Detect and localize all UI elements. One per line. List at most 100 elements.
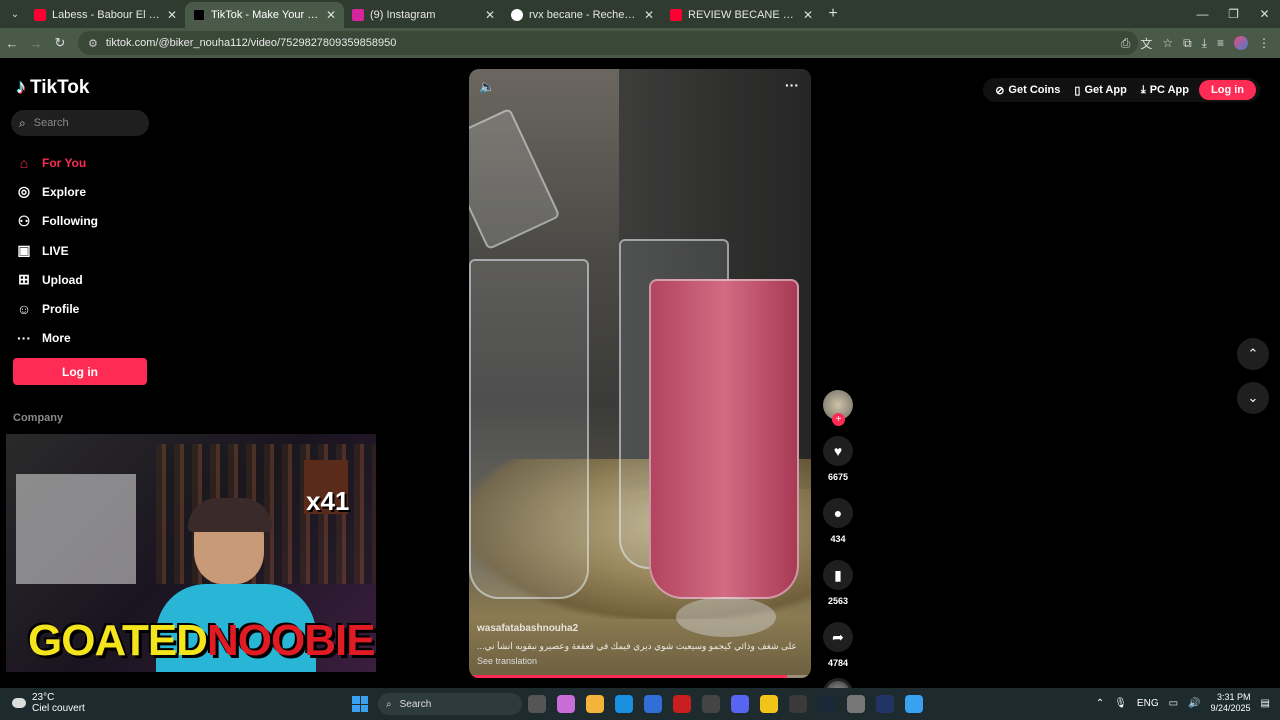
sidebar-item-explore[interactable]: ◎ Explore <box>16 177 98 206</box>
taskbar-app-icon[interactable] <box>673 695 691 713</box>
sidebar-item-live[interactable]: ▣ LIVE <box>16 236 98 265</box>
window-controls: — ❐ ✕ <box>1187 0 1280 28</box>
save-action[interactable]: ▮ 2563 <box>823 560 853 606</box>
sidebar-item-upload[interactable]: ⊞ Upload <box>16 265 98 294</box>
taskbar-app-icon[interactable] <box>876 695 894 713</box>
weather-widget[interactable]: 23°C Ciel couvert <box>12 692 85 714</box>
close-window-icon[interactable]: ✕ <box>1249 0 1280 28</box>
previous-video-icon[interactable]: ⌃ <box>1237 338 1269 370</box>
heart-icon[interactable]: ♥ <box>823 436 853 466</box>
tab-search-button[interactable]: ⌄ <box>4 3 26 25</box>
taskbar-app-icon[interactable] <box>789 695 807 713</box>
compass-icon: ◎ <box>17 183 31 200</box>
tab-instagram[interactable]: (9) Instagram ✕ <box>344 2 503 28</box>
youtube-icon <box>34 9 46 21</box>
video-username[interactable]: wasafatabashnouha2 <box>477 623 578 634</box>
tiktok-page: ♪ TikTok ⌕ Search ⌂ For You ◎ Explore ⚇ … <box>0 58 1280 708</box>
address-bar[interactable]: ⚙ tiktok.com/@biker_nouha112/video/75298… <box>78 31 1138 55</box>
taskbar-app-icon[interactable] <box>586 695 604 713</box>
comment-icon[interactable]: ● <box>823 498 853 528</box>
background-monitor <box>16 474 136 584</box>
downloads-icon[interactable]: ⤓ <box>1202 36 1207 51</box>
close-tab-icon[interactable]: ✕ <box>644 8 654 22</box>
next-video-icon[interactable]: ⌄ <box>1237 382 1269 414</box>
new-tab-button[interactable]: + <box>821 5 845 23</box>
video-progress-bar[interactable] <box>469 675 811 678</box>
taskbar-app-icon[interactable] <box>644 695 662 713</box>
taskbar-app-icon[interactable] <box>528 695 546 713</box>
site-info-icon[interactable]: ⚙ <box>88 37 98 50</box>
taskbar-app-icon[interactable] <box>760 695 778 713</box>
share-icon[interactable]: ➦ <box>823 622 853 652</box>
reload-icon[interactable]: ↻ <box>48 35 72 51</box>
tab-tiktok[interactable]: TikTok - Make Your Day ✕ <box>185 2 344 28</box>
close-tab-icon[interactable]: ✕ <box>167 8 177 22</box>
profile-avatar[interactable] <box>1234 36 1248 50</box>
brand-part-1: GOATED <box>28 616 208 665</box>
bookmark-star-icon[interactable]: ☆ <box>1162 36 1173 50</box>
video-actions: + ♥ 6675 ● 434 ▮ 2563 ➦ 4784 <box>822 390 854 708</box>
share-action[interactable]: ➦ 4784 <box>823 622 853 668</box>
search-input[interactable]: ⌕ Search <box>11 110 149 136</box>
follow-plus-icon[interactable]: + <box>832 413 845 426</box>
taskbar-app-icon[interactable] <box>615 695 633 713</box>
clock[interactable]: 3:31 PM 9/24/2025 <box>1211 692 1251 714</box>
login-top-button[interactable]: Log in <box>1199 80 1256 100</box>
close-tab-icon[interactable]: ✕ <box>485 8 495 22</box>
sidebar-item-profile[interactable]: ☺ Profile <box>16 294 98 323</box>
network-icon[interactable]: ▭ <box>1169 698 1178 709</box>
tab-youtube-review[interactable]: REVIEW BECANE RVX 2025 - Yo ✕ <box>662 2 821 28</box>
system-tray: ⌃ 🎙 ENG ▭ 🔊 3:31 PM 9/24/2025 ▤ <box>1096 692 1270 714</box>
taskbar-app-icon[interactable] <box>731 695 749 713</box>
video-player[interactable]: 🔈 ··· wasafatabashnouha2 ...على شغف وذائ… <box>469 69 811 678</box>
close-tab-icon[interactable]: ✕ <box>803 8 813 22</box>
volume-icon[interactable]: 🔈 <box>479 79 495 95</box>
like-action[interactable]: ♥ 6675 <box>823 436 853 482</box>
pc-app-button[interactable]: ⤓ PC App <box>1137 84 1193 97</box>
phone-icon: ▯ <box>1074 84 1081 97</box>
language-indicator[interactable]: ENG <box>1137 698 1159 709</box>
taskbar-search[interactable]: ⌕ Search <box>378 693 522 715</box>
windows-start-icon[interactable] <box>352 696 368 712</box>
taskbar-app-icon[interactable] <box>702 695 720 713</box>
sidebar-item-for-you[interactable]: ⌂ For You <box>16 148 98 177</box>
taskbar-app-icon[interactable] <box>818 695 836 713</box>
video-more-icon[interactable]: ··· <box>785 77 799 93</box>
close-tab-icon[interactable]: ✕ <box>326 8 336 22</box>
creator-avatar[interactable]: + <box>823 390 853 426</box>
taskbar-app-icon[interactable] <box>905 695 923 713</box>
get-coins-button[interactable]: ⊘ Get Coins <box>991 84 1064 97</box>
tiktok-logo[interactable]: ♪ TikTok <box>16 76 89 99</box>
tray-chevron-icon[interactable]: ⌃ <box>1096 698 1104 709</box>
sidebar-item-more[interactable]: ··· More <box>16 324 98 353</box>
brand-name: TikTok <box>30 76 90 98</box>
browser-menu-icon[interactable]: ⋮ <box>1258 36 1270 50</box>
forward-icon[interactable]: → <box>24 36 48 51</box>
tab-title: (9) Instagram <box>370 9 436 21</box>
minimize-icon[interactable]: — <box>1187 0 1218 28</box>
save-count: 2563 <box>827 596 849 606</box>
microphone-icon[interactable]: 🎙 <box>1114 698 1127 709</box>
tiktok-icon <box>193 9 205 21</box>
company-link[interactable]: Company <box>13 412 63 424</box>
tab-youtube-labess[interactable]: Labess - Babour El Leuh [Tout v ✕ <box>26 2 185 28</box>
sidebar-item-label: Following <box>42 214 98 229</box>
comment-action[interactable]: ● 434 <box>823 498 853 544</box>
extensions-icon[interactable]: ⧉ <box>1183 36 1192 51</box>
login-button[interactable]: Log in <box>13 358 147 385</box>
restore-icon[interactable]: ❐ <box>1218 0 1249 28</box>
bookmark-icon[interactable]: ▮ <box>823 560 853 590</box>
get-app-label: Get App <box>1084 84 1127 96</box>
see-translation-link[interactable]: See translation <box>477 656 537 666</box>
translate-icon[interactable]: 文 <box>1140 35 1152 52</box>
notifications-icon[interactable]: ▤ <box>1261 698 1270 709</box>
volume-icon[interactable]: 🔊 <box>1188 698 1200 709</box>
get-app-button[interactable]: ▯ Get App <box>1070 84 1130 97</box>
install-app-icon[interactable]: ⎙ <box>1121 36 1131 51</box>
tab-google[interactable]: rvx becane - Recherche Google ✕ <box>503 2 662 28</box>
media-control-icon[interactable]: ≡ <box>1217 36 1224 50</box>
sidebar-item-following[interactable]: ⚇ Following <box>16 207 98 236</box>
taskbar-app-icon[interactable] <box>847 695 865 713</box>
back-icon[interactable]: ← <box>0 36 24 51</box>
taskbar-app-icon[interactable] <box>557 695 575 713</box>
